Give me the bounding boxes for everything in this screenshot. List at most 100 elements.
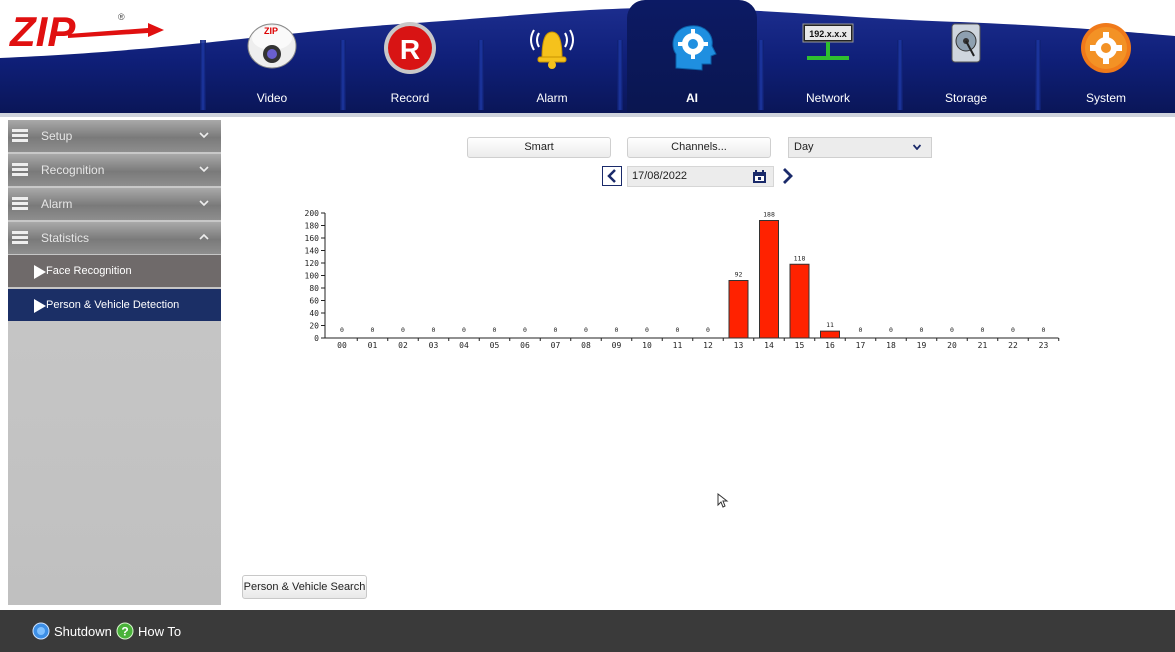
alarm-bell-icon bbox=[530, 29, 574, 69]
data-label: 0 bbox=[462, 326, 466, 334]
nav-video[interactable]: ZIP Video bbox=[232, 8, 312, 113]
previous-date-button[interactable] bbox=[602, 166, 622, 186]
data-label: 92 bbox=[735, 271, 743, 279]
nav-separator bbox=[1035, 40, 1041, 110]
svg-text:?: ? bbox=[121, 625, 128, 639]
hard-drive-icon bbox=[951, 23, 981, 63]
nav-separator bbox=[200, 40, 206, 110]
x-tick-label: 03 bbox=[429, 341, 439, 350]
nav-separator bbox=[758, 40, 764, 110]
nav-separator bbox=[478, 40, 484, 110]
shutdown-label: Shutdown bbox=[54, 624, 112, 639]
x-tick-label: 06 bbox=[520, 341, 530, 350]
zip-logo: ZIP ® bbox=[8, 6, 168, 56]
header-divider bbox=[0, 113, 1175, 117]
sidebar-section-alarm[interactable]: Alarm bbox=[8, 188, 221, 220]
y-tick-label: 100 bbox=[305, 272, 320, 281]
sidebar-item-person-vehicle-detection[interactable]: Person & Vehicle Detection bbox=[8, 289, 221, 321]
nav-ai[interactable]: AI bbox=[652, 8, 732, 113]
bar-hour-15 bbox=[789, 263, 810, 339]
x-tick-label: 01 bbox=[368, 341, 378, 350]
nav-alarm[interactable]: Alarm bbox=[512, 8, 592, 113]
data-label: 0 bbox=[920, 326, 924, 334]
person-vehicle-search-button[interactable]: Person & Vehicle Search bbox=[242, 575, 367, 599]
top-navigation-bar: ZIP ® ZIP Video R Record Alarm AI 192.x.… bbox=[0, 0, 1175, 117]
sidebar-section-label: Setup bbox=[41, 129, 73, 143]
arrow-right-icon bbox=[34, 299, 46, 313]
sidebar-section-statistics[interactable]: Statistics bbox=[8, 222, 221, 254]
system-gear-icon bbox=[1081, 23, 1131, 73]
data-label: 0 bbox=[645, 326, 649, 334]
nav-video-label: Video bbox=[256, 91, 288, 105]
data-label: 0 bbox=[950, 326, 954, 334]
nav-system-label: System bbox=[1085, 91, 1126, 105]
next-date-button[interactable] bbox=[778, 166, 798, 186]
y-tick-label: 0 bbox=[314, 334, 319, 343]
data-label: 0 bbox=[615, 326, 619, 334]
date-field[interactable]: 17/08/2022 bbox=[627, 166, 774, 187]
x-tick-label: 02 bbox=[398, 341, 408, 350]
chevron-up-icon bbox=[199, 233, 209, 240]
data-label: 118 bbox=[794, 254, 806, 262]
x-tick-label: 05 bbox=[490, 341, 500, 350]
data-label: 0 bbox=[1042, 326, 1046, 334]
y-tick-label: 140 bbox=[305, 247, 320, 256]
nav-storage-label: Storage bbox=[944, 91, 988, 105]
hourly-detection-bar-chart: 0204060801001201401601802000000100200300… bbox=[305, 209, 1060, 350]
smart-button[interactable]: Smart bbox=[467, 137, 611, 158]
sidebar-section-label: Alarm bbox=[41, 197, 73, 211]
x-tick-label: 21 bbox=[978, 341, 988, 350]
svg-text:ZIP: ZIP bbox=[264, 26, 278, 36]
data-label: 0 bbox=[584, 326, 588, 334]
nav-network[interactable]: 192.x.x.x Network bbox=[788, 8, 868, 113]
data-label: 0 bbox=[340, 326, 344, 334]
data-label: 0 bbox=[371, 326, 375, 334]
nav-record[interactable]: R Record bbox=[370, 8, 450, 113]
x-tick-label: 00 bbox=[337, 341, 347, 350]
x-tick-label: 19 bbox=[917, 341, 927, 350]
nav-ai-label: AI bbox=[686, 91, 698, 105]
x-tick-label: 09 bbox=[612, 341, 622, 350]
nav-system[interactable]: System bbox=[1066, 8, 1146, 113]
sidebar-section-label: Recognition bbox=[41, 163, 105, 177]
data-label: 0 bbox=[523, 326, 527, 334]
menu-icon bbox=[12, 129, 28, 143]
x-tick-label: 10 bbox=[642, 341, 652, 350]
chevron-down-icon bbox=[199, 166, 209, 173]
sidebar-section-setup[interactable]: Setup bbox=[8, 120, 221, 152]
logo-arrow bbox=[68, 23, 164, 38]
y-tick-label: 40 bbox=[309, 309, 319, 318]
y-tick-label: 80 bbox=[309, 284, 319, 293]
x-tick-label: 20 bbox=[947, 341, 957, 350]
x-tick-label: 12 bbox=[703, 341, 713, 350]
x-tick-label: 16 bbox=[825, 341, 835, 350]
menu-icon bbox=[12, 197, 28, 211]
x-tick-label: 11 bbox=[673, 341, 683, 350]
arrow-right-icon bbox=[34, 265, 46, 279]
bar-hour-16 bbox=[820, 330, 840, 339]
channels-button[interactable]: Channels... bbox=[627, 137, 771, 158]
calendar-icon[interactable] bbox=[752, 170, 767, 184]
data-label: 0 bbox=[1011, 326, 1015, 334]
network-badge: 192.x.x.x bbox=[809, 29, 847, 39]
sidebar-item-label: Person & Vehicle Detection bbox=[46, 299, 180, 311]
shutdown-icon bbox=[32, 622, 50, 640]
menu-icon bbox=[12, 163, 28, 177]
mouse-cursor-icon bbox=[717, 493, 729, 508]
network-icon: 192.x.x.x bbox=[802, 23, 854, 60]
nav-storage[interactable]: Storage bbox=[926, 8, 1006, 113]
period-select[interactable]: Day bbox=[788, 137, 932, 158]
sidebar: Setup Recognition Alarm Statistics Face … bbox=[8, 120, 221, 605]
data-label: 0 bbox=[859, 326, 863, 334]
data-label: 0 bbox=[554, 326, 558, 334]
y-tick-label: 60 bbox=[309, 297, 319, 306]
y-tick-label: 120 bbox=[305, 259, 320, 268]
sidebar-section-recognition[interactable]: Recognition bbox=[8, 154, 221, 186]
record-icon: R bbox=[384, 22, 436, 74]
help-icon: ? bbox=[116, 622, 134, 640]
sidebar-item-face-recognition[interactable]: Face Recognition bbox=[8, 255, 221, 287]
y-tick-label: 20 bbox=[309, 322, 319, 331]
data-label: 0 bbox=[676, 326, 680, 334]
x-tick-label: 08 bbox=[581, 341, 591, 350]
nav-separator bbox=[617, 40, 623, 110]
